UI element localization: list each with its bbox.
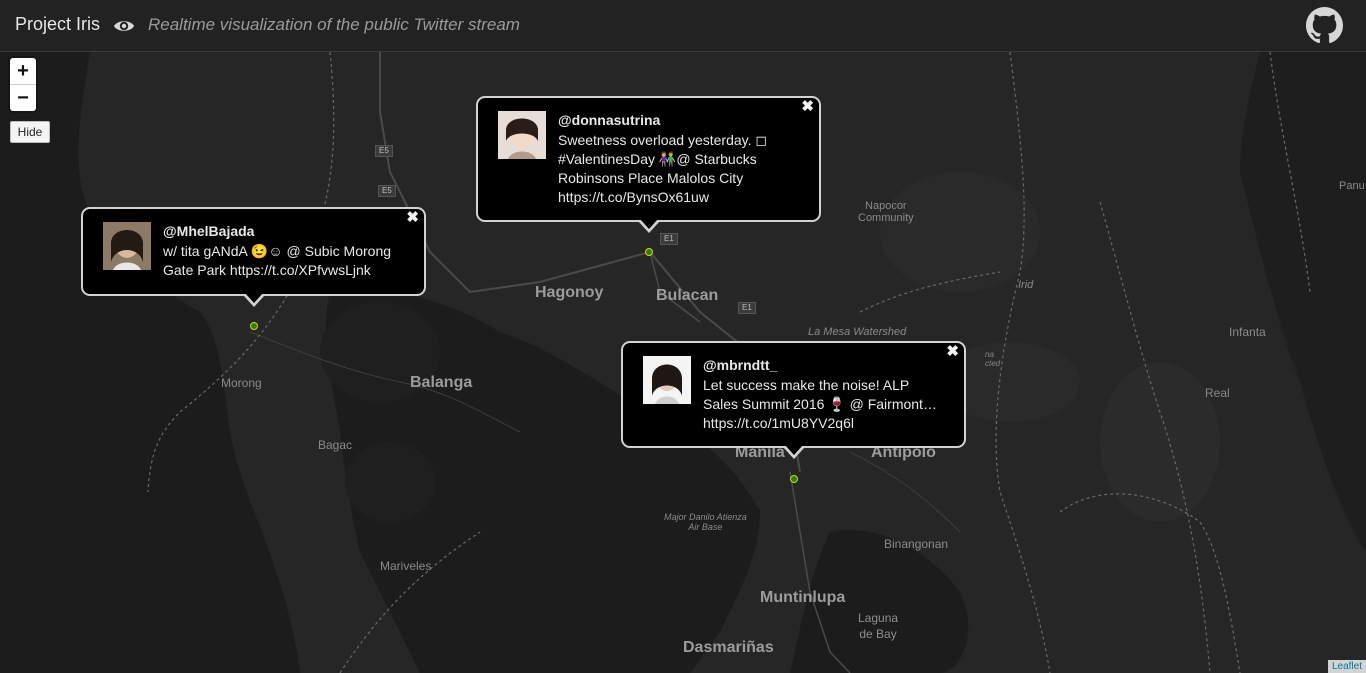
label-balanga: Balanga (410, 374, 473, 391)
highway-shield: E5 (378, 185, 396, 197)
tweet-line: Robinsons Place Malolos City (558, 170, 744, 186)
label-airbase: Major Danilo Atienza Air Base (664, 512, 747, 532)
label-dasmarinas: Dasmariñas (683, 639, 774, 656)
popup-tip (638, 219, 660, 233)
tweet-popup: ✖ @donnasutrina Sweetness overload yeste… (476, 96, 821, 233)
label-panu: Panu (1339, 180, 1365, 192)
highway-shield: E1 (660, 233, 678, 245)
tweet-line: w/ tita gANdA 😉☺ @ Subic Morong (163, 243, 392, 259)
label-bulacan: Bulacan (656, 287, 719, 304)
zoom-out-button[interactable]: − (10, 85, 36, 111)
close-icon[interactable]: ✖ (801, 99, 814, 115)
label-morong: Morong (221, 376, 262, 390)
tweet-line: #ValentinesDay 👫@ Starbucks (558, 151, 757, 167)
avatar (643, 356, 691, 404)
tweet-marker[interactable] (250, 322, 258, 330)
label-protected: na cted (985, 350, 1001, 368)
tweet-popup: ✖ @MhelBajada w/ tita gANdA 😉☺ @ Subic M… (81, 207, 426, 307)
tweet-line: Sales Summit 2016 🍷 @ Fairmont… (703, 396, 937, 412)
tagline: Realtime visualization of the public Twi… (148, 15, 520, 34)
highway-shield: E1 (738, 302, 756, 314)
tweet-link[interactable]: https://t.co/BynsOx61uw (558, 188, 767, 207)
avatar (498, 111, 546, 159)
tweet-link[interactable]: https://t.co/1mU8YV2q6l (703, 414, 937, 433)
label-irid: Irid (1018, 279, 1034, 291)
tweet-text: w/ tita gANdA 😉☺ @ Subic Morong Gate Par… (163, 242, 391, 280)
avatar (103, 222, 151, 270)
tweet-marker[interactable] (645, 248, 653, 256)
label-mariveles: Mariveles (380, 559, 432, 573)
popup-tip (783, 445, 805, 459)
label-infanta: Infanta (1229, 325, 1266, 339)
tweet-popup: ✖ @mbrndtt_ Let success make the noise! … (621, 341, 966, 459)
zoom-control: + − (10, 58, 36, 111)
highway-shield: E5 (375, 145, 393, 157)
tweet-line: Sweetness overload yesterday. ◻ (558, 132, 768, 148)
label-hagonoy: Hagonoy (535, 284, 604, 301)
tweet-handle[interactable]: @MhelBajada (163, 223, 254, 239)
eye-icon (113, 21, 135, 31)
label-laguna-de-bay: Laguna de Bay (858, 611, 899, 641)
zoom-in-button[interactable]: + (10, 58, 36, 85)
leaflet-attribution[interactable]: Leaflet (1327, 660, 1366, 673)
github-icon[interactable] (1306, 7, 1343, 44)
tweet-handle[interactable]: @donnasutrina (558, 112, 660, 128)
hide-button[interactable]: Hide (10, 121, 50, 143)
app-title: Project Iris (15, 14, 101, 34)
popup-tip (243, 293, 265, 307)
label-real: Real (1205, 386, 1230, 400)
close-icon[interactable]: ✖ (946, 344, 959, 360)
tweet-link[interactable]: Gate Park https://t.co/XPfvwsLjnk (163, 261, 391, 280)
tweet-line: Let success make the noise! ALP (703, 377, 910, 393)
tweet-handle[interactable]: @mbrndtt_ (703, 357, 777, 373)
tweet-marker[interactable] (790, 475, 798, 483)
label-la-mesa: La Mesa Watershed (808, 326, 907, 338)
tweet-text: Sweetness overload yesterday. ◻ #Valenti… (558, 131, 767, 207)
label-muntinlupa: Muntinlupa (760, 589, 846, 606)
close-icon[interactable]: ✖ (406, 210, 419, 226)
label-napocor: Napocor Community (858, 200, 914, 224)
top-bar: Project Iris Realtime visualization of t… (0, 0, 1366, 52)
label-binangonan: Binangonan (884, 537, 949, 551)
label-bagac: Bagac (318, 438, 353, 452)
tweet-text: Let success make the noise! ALP Sales Su… (703, 376, 937, 433)
